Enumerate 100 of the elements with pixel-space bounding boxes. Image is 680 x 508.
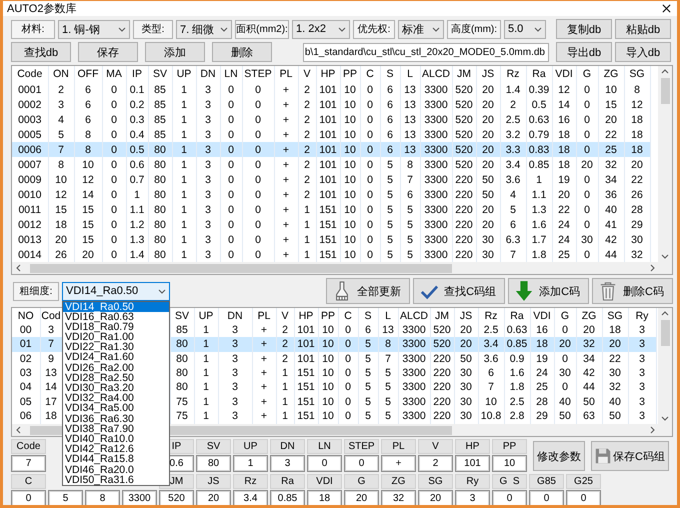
input-field[interactable]: 0 — [492, 490, 527, 505]
column-header[interactable]: OFF — [74, 66, 102, 82]
column-header[interactable]: JM — [430, 308, 454, 323]
column-header[interactable]: SV — [148, 66, 172, 82]
dropdown-option[interactable]: VDI30_Ra3.20 — [63, 383, 169, 394]
input-field[interactable]: 8 — [85, 490, 120, 505]
column-header[interactable]: Rz — [478, 308, 504, 323]
input-field[interactable]: 3300 — [122, 490, 157, 505]
chevron-right-icon[interactable] — [648, 426, 656, 434]
close-icon[interactable] — [662, 4, 671, 13]
dropdown-option[interactable]: VDI32_Ra4.00 — [63, 393, 169, 404]
toolbar-button[interactable]: 删除 — [212, 42, 272, 62]
toolbar-button[interactable]: 查找db — [11, 42, 71, 62]
column-header[interactable]: DN — [196, 66, 220, 82]
table-row[interactable]: 0006 7 8 0 0.5 80 1 3 0 0 + 2 101 10 0 6 13 3300 520 20 3.3 0.83 18 0 25 18 — [12, 142, 650, 157]
column-header[interactable]: ZG — [576, 308, 602, 323]
input-field[interactable]: 3.4 — [233, 490, 268, 505]
column-header[interactable]: L — [378, 308, 398, 323]
column-header[interactable]: MA — [102, 66, 126, 82]
column-header[interactable]: ON — [48, 66, 74, 82]
table-row[interactable]: 0001 2 6 0 0.1 85 1 3 0 0 + 2 101 10 0 6 13 3300 520 20 1.4 0.39 12 0 10 8 — [12, 82, 650, 97]
column-header[interactable]: UP — [194, 308, 218, 323]
column-header[interactable]: NO — [12, 308, 40, 323]
column-header[interactable]: VDI — [552, 66, 576, 82]
input-field[interactable]: 1 — [233, 455, 268, 472]
input-field[interactable]: 20 — [344, 490, 379, 505]
form-button[interactable]: 保存C码组 — [591, 441, 669, 471]
chevron-up-icon[interactable] — [661, 310, 669, 318]
input-field[interactable]: 7 — [11, 455, 46, 472]
dropdown[interactable]: 1. 铜-钢 — [58, 20, 130, 38]
input-field[interactable]: 0 — [11, 490, 46, 505]
column-header[interactable]: L — [400, 66, 420, 82]
dropdown-option[interactable]: VDI22_Ra1.30 — [63, 342, 169, 352]
column-header[interactable]: Code — [12, 66, 48, 82]
table-row[interactable]: 0010 12 14 0 1 80 1 3 0 0 + 2 101 10 0 5 6 3300 220 50 4 1.1 20 0 36 26 — [12, 187, 650, 202]
column-header[interactable]: V — [298, 66, 316, 82]
toolbar-button[interactable]: 导入db — [615, 42, 671, 62]
dropdown-option[interactable]: VDI36_Ra6.30 — [63, 414, 169, 424]
input-field[interactable]: 101 — [455, 455, 490, 472]
input-field[interactable]: 0 — [529, 490, 564, 505]
column-header[interactable]: LN — [220, 66, 242, 82]
column-header[interactable]: ALCD — [420, 66, 452, 82]
chevron-down-icon[interactable] — [661, 414, 669, 422]
column-header[interactable]: C — [338, 308, 358, 323]
column-header[interactable]: PL — [252, 308, 276, 323]
dropdown-option[interactable]: VDI16_Ra0.63 — [63, 312, 169, 322]
table-row[interactable]: 0007 8 10 0 0.6 80 1 3 0 0 + 2 101 10 0 5 8 3300 520 20 3.4 0.85 18 20 32 20 — [12, 157, 650, 172]
input-field[interactable]: 520 — [159, 490, 194, 505]
column-header[interactable]: G — [576, 66, 598, 82]
dropdown-option[interactable]: VDI14_Ra0.50 — [63, 302, 169, 312]
column-header[interactable]: Ra — [504, 308, 530, 323]
table-row[interactable]: 0003 4 6 0 0.3 85 1 3 0 0 + 2 101 10 0 6 13 3300 520 20 2.5 0.63 16 0 20 18 — [12, 112, 650, 127]
column-header[interactable]: G — [554, 308, 576, 323]
table-row[interactable]: 0002 3 6 0 0.2 85 1 3 0 0 + 2 101 10 0 6 13 3300 520 20 2 0.5 14 0 15 12 — [12, 97, 650, 112]
column-header[interactable]: JM — [452, 66, 476, 82]
column-header[interactable]: PP — [340, 66, 360, 82]
input-field[interactable]: 18 — [307, 490, 342, 505]
toolbar-button[interactable]: 复制db — [556, 19, 612, 39]
vertical-scrollbar[interactable] — [658, 66, 672, 262]
column-header[interactable]: SG — [624, 66, 650, 82]
table-row[interactable]: 0013 20 15 0 1.3 80 1 3 0 0 + 1 151 10 0 5 5 3300 220 30 6.3 1.7 24 30 42 30 — [12, 232, 650, 247]
dropdown[interactable]: 标准 — [398, 20, 444, 38]
column-header[interactable]: ZG — [598, 66, 624, 82]
table-row[interactable]: 0011 15 15 0 1.1 80 1 3 0 0 + 1 151 10 0 5 5 3300 220 20 5 1.3 22 0 40 28 — [12, 202, 650, 217]
input-field[interactable]: 5 — [48, 490, 83, 505]
chevron-left-icon[interactable] — [15, 264, 23, 272]
toolbar-button[interactable]: 保存 — [78, 42, 138, 62]
input-field[interactable]: 2 — [418, 455, 453, 472]
column-header[interactable]: PL — [274, 66, 298, 82]
column-header[interactable]: STEP — [242, 66, 274, 82]
toolbar-button[interactable]: 添加 — [145, 42, 205, 62]
horizontal-scrollbar[interactable] — [12, 262, 672, 274]
chevron-right-icon[interactable] — [648, 264, 656, 272]
action-button[interactable]: 查找C码组 — [413, 278, 506, 304]
column-header[interactable]: Rz — [500, 66, 526, 82]
column-header[interactable]: SV — [170, 308, 194, 323]
toolbar-button[interactable]: 粘贴db — [615, 19, 671, 39]
vertical-scrollbar[interactable] — [658, 308, 672, 424]
column-header[interactable]: IP — [126, 66, 148, 82]
column-header[interactable]: V — [276, 308, 294, 323]
column-header[interactable]: HP — [294, 308, 318, 323]
column-header[interactable]: HP — [316, 66, 340, 82]
column-header[interactable]: DN — [218, 308, 252, 323]
scroll-thumb[interactable] — [30, 264, 452, 272]
input-field[interactable]: 20 — [418, 490, 453, 505]
dropdown[interactable]: 5.0 — [504, 20, 546, 38]
input-field[interactable]: 3 — [270, 455, 305, 472]
input-field[interactable]: 20 — [196, 490, 231, 505]
dropdown-option[interactable]: VDI24_Ra1.60 — [63, 352, 169, 363]
chevron-down-icon[interactable] — [661, 252, 669, 260]
column-header[interactable]: Cod — [40, 308, 62, 323]
input-field[interactable]: 10 — [492, 455, 527, 472]
column-header[interactable]: S — [380, 66, 400, 82]
input-field[interactable]: + — [381, 455, 416, 472]
dropdown[interactable]: 7. 细微 — [176, 20, 232, 38]
dropdown[interactable]: 1. 2x2 — [292, 20, 350, 38]
path-field[interactable]: b\1_standard\cu_stl\cu_stl_20x20_MODE0_5.0mm.db — [303, 42, 549, 62]
column-header[interactable]: S — [358, 308, 378, 323]
column-header[interactable]: C — [360, 66, 380, 82]
column-header[interactable]: Ra — [526, 66, 552, 82]
